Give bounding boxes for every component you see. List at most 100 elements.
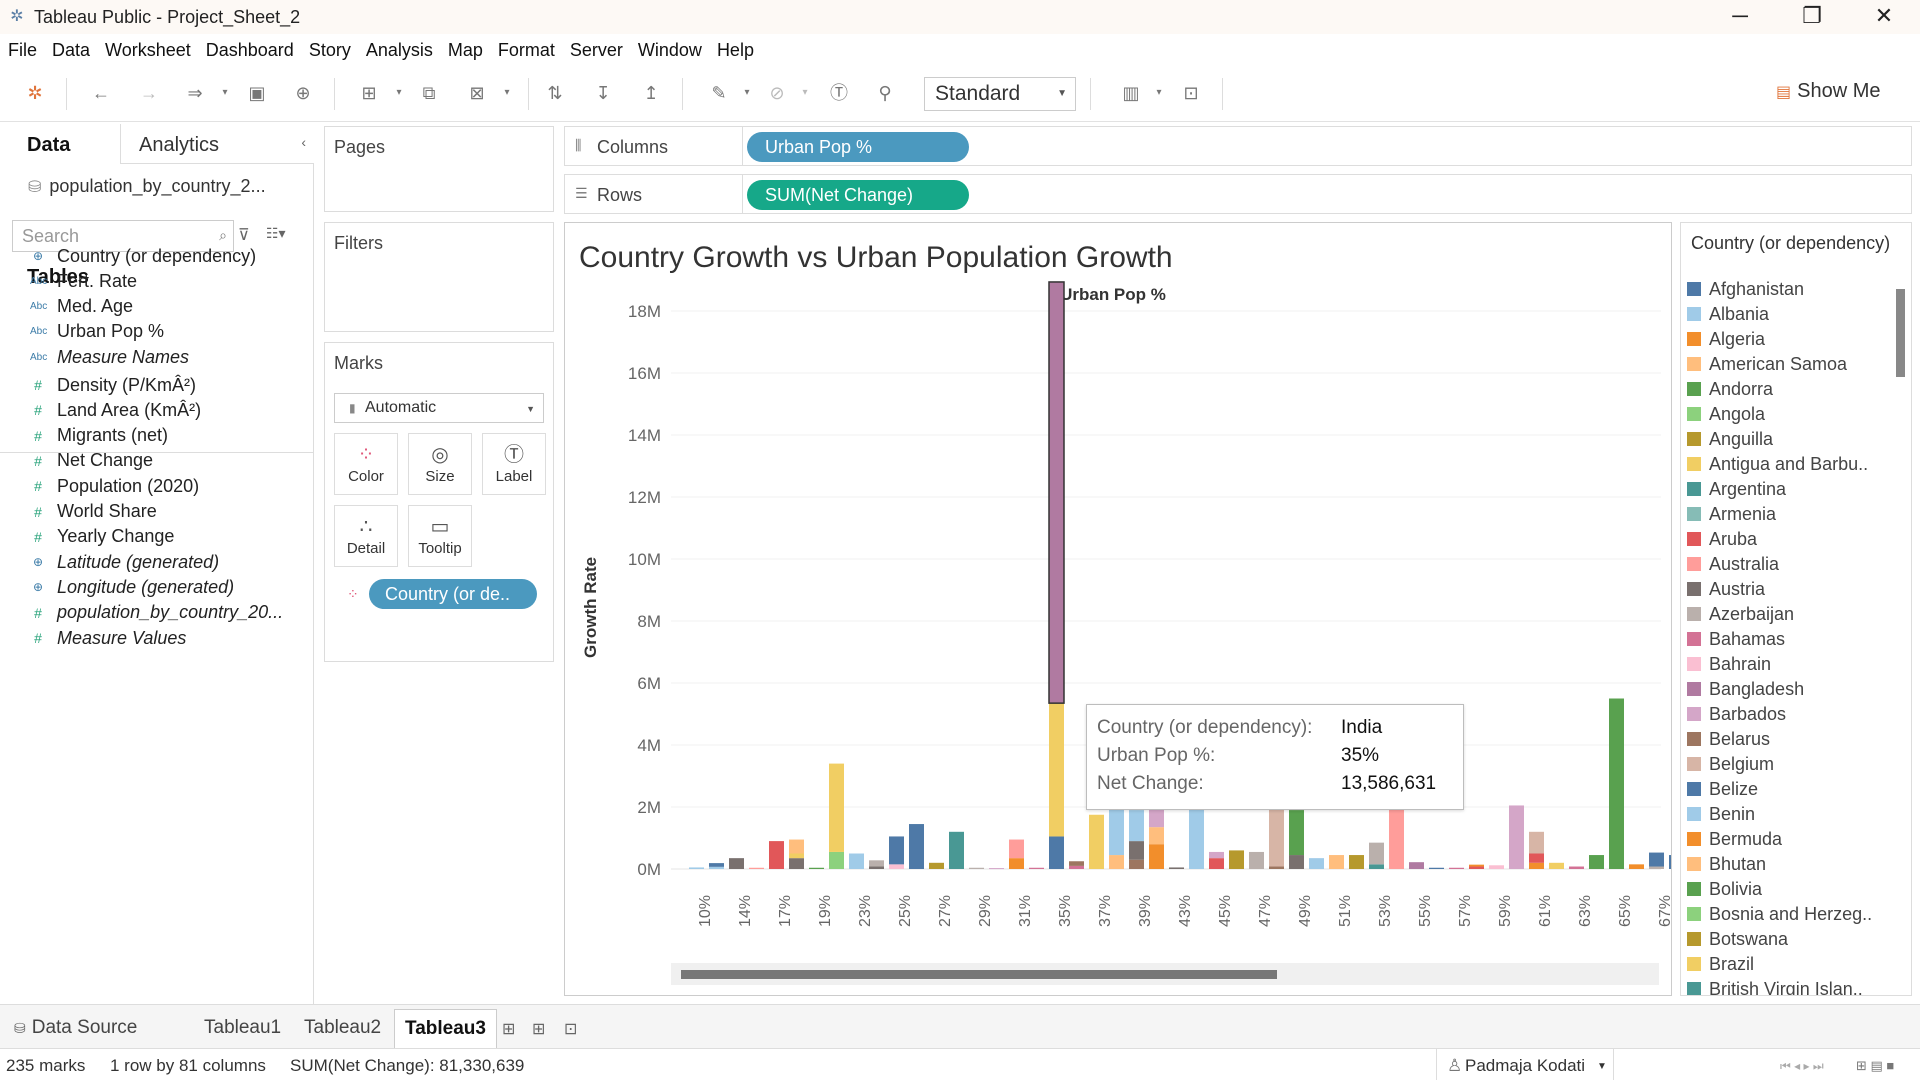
bar-segment[interactable] [1229,850,1244,869]
undo-icon[interactable]: ← [90,82,112,104]
legend-item[interactable]: Belgium [1687,752,1887,776]
legend-item[interactable]: Bosnia and Herzeg.. [1687,902,1887,926]
tableau-home-icon[interactable]: ✲ [24,82,46,104]
chevron-down-icon[interactable]: ▾ [496,82,518,104]
bar-segment[interactable] [789,858,804,869]
show-cards-icon[interactable]: ▥ [1120,82,1142,104]
field-item[interactable]: ⊕ Country (or dependency) [30,244,256,268]
bar-segment[interactable] [709,863,724,867]
chevron-down-icon[interactable]: ▾ [1148,82,1170,104]
bar-segment[interactable] [1529,853,1544,863]
bar-segment[interactable] [1349,855,1364,869]
fit-select[interactable]: Standard ▼ [924,77,1076,111]
menu-window[interactable]: Window [638,40,702,61]
bar-segment[interactable] [769,841,784,869]
legend-item[interactable]: Bahrain [1687,652,1887,676]
show-mark-labels-icon[interactable]: Ⓣ [828,82,850,104]
bar-segment[interactable] [1469,866,1484,869]
bar-segment[interactable] [1209,858,1224,869]
chart-view[interactable]: Country Growth vs Urban Population Growt… [564,222,1672,996]
chevron-down-icon[interactable]: ▾ [794,82,816,104]
bar-segment[interactable] [1169,867,1184,869]
bar-segment[interactable] [1649,852,1664,867]
bar-segment[interactable] [1289,855,1304,869]
save-icon[interactable]: ▣ [246,82,268,104]
bar-segment[interactable] [1149,844,1164,869]
legend-item[interactable]: Bangladesh [1687,677,1887,701]
bar-segment[interactable] [829,763,844,852]
detail-button[interactable]: ∴ Detail [334,505,398,567]
tab-data[interactable]: Data [0,124,120,164]
highlight-icon[interactable]: ✎ [708,82,730,104]
datasource-item[interactable]: ⛁ population_by_country_2... [28,176,266,197]
bar-segment[interactable] [1269,866,1284,869]
bar-segment[interactable] [1009,839,1024,859]
tab-tableau1[interactable]: Tableau1 [194,1009,291,1049]
legend-item[interactable]: Anguilla [1687,427,1887,451]
legend-item[interactable]: Albania [1687,302,1887,326]
horizontal-scrollbar[interactable] [671,963,1659,985]
bar-segment[interactable] [1129,841,1144,860]
field-item[interactable]: # Density (P/KmÂ²) [30,373,196,397]
bar-segment[interactable] [1669,855,1671,869]
bar-segment[interactable] [749,867,764,869]
bar-segment[interactable] [1069,865,1084,869]
menu-data[interactable]: Data [52,40,90,61]
user-menu[interactable]: ♙ Padmaja Kodati ▼ [1436,1049,1614,1080]
legend-item[interactable]: Afghanistan [1687,277,1887,301]
legend-item[interactable]: Andorra [1687,377,1887,401]
field-item[interactable]: # Land Area (KmÂ²) [30,398,201,422]
bar-segment[interactable] [1249,851,1264,869]
legend-item[interactable]: Bolivia [1687,877,1887,901]
show-me-button[interactable]: ▤ Show Me [1776,80,1881,103]
rows-shelf[interactable]: ☰ Rows SUM(Net Change) [564,174,1912,214]
chevron-down-icon[interactable]: ▾ [214,82,236,104]
replay-icon[interactable]: ⇒ [184,82,206,104]
tab-data-source[interactable]: ⛁ Data Source [4,1009,147,1049]
scrollbar-thumb[interactable] [681,970,1277,979]
bar-segment[interactable] [1629,864,1644,869]
bar-segment[interactable] [1369,864,1384,869]
field-item[interactable]: Abc Med. Age [30,295,133,319]
bar-segment[interactable] [949,831,964,869]
new-datasource-icon[interactable]: ⊕ [292,82,314,104]
group-members-icon[interactable]: ⊘ [766,82,788,104]
chevron-down-icon[interactable]: ▾ [388,82,410,104]
bar-segment[interactable] [1189,808,1204,869]
bar-segment[interactable] [1649,866,1664,869]
chevron-down-icon[interactable]: ▾ [736,82,758,104]
menu-worksheet[interactable]: Worksheet [105,40,191,61]
fix-axes-icon[interactable]: ⚲ [874,82,896,104]
size-button[interactable]: ◎ Size [408,433,472,495]
bar-segment[interactable] [869,860,884,867]
legend-item[interactable]: Aruba [1687,527,1887,551]
maximize-button[interactable]: ❐ [1776,0,1848,34]
bar-segment[interactable] [1509,805,1524,869]
legend-item[interactable]: Belarus [1687,727,1887,751]
bar-segment[interactable] [1049,836,1064,869]
bar-segment[interactable] [1129,810,1144,842]
menu-server[interactable]: Server [570,40,623,61]
view-options-icon[interactable]: ☷▾ [266,225,286,242]
menu-map[interactable]: Map [448,40,483,61]
bar-segment[interactable] [729,858,744,869]
filters-card[interactable]: Filters [324,222,554,332]
bar-chart[interactable]: 0M 2M 4M 6M 8M 10M 12M 14M 16M 18M 10% 14% 17% 19% 23%… [565,223,1671,995]
new-worksheet-icon[interactable]: ⊞ [502,1019,515,1039]
legend-item[interactable]: Bermuda [1687,827,1887,851]
columns-pill-urban-pop[interactable]: Urban Pop % [747,132,969,162]
legend-item[interactable]: Argentina [1687,477,1887,501]
field-item[interactable]: # Yearly Change [30,525,174,549]
mark-type-select[interactable]: ▮ Automatic ▼ [334,393,544,423]
color-pill-country[interactable]: Country (or de.. [369,579,537,609]
legend-item[interactable]: Australia [1687,552,1887,576]
legend-item[interactable]: American Samoa [1687,352,1887,376]
field-item[interactable]: # Measure Values [30,626,186,650]
swap-rows-columns-icon[interactable]: ⇅ [544,82,566,104]
sort-ascending-icon[interactable]: ↧ [592,82,614,104]
tooltip-button[interactable]: ▭ Tooltip [408,505,472,567]
bar-segment[interactable] [1589,855,1604,869]
bar-segment[interactable] [1289,810,1304,856]
field-item[interactable]: # Population (2020) [30,474,199,498]
bar-segment[interactable] [929,862,944,869]
